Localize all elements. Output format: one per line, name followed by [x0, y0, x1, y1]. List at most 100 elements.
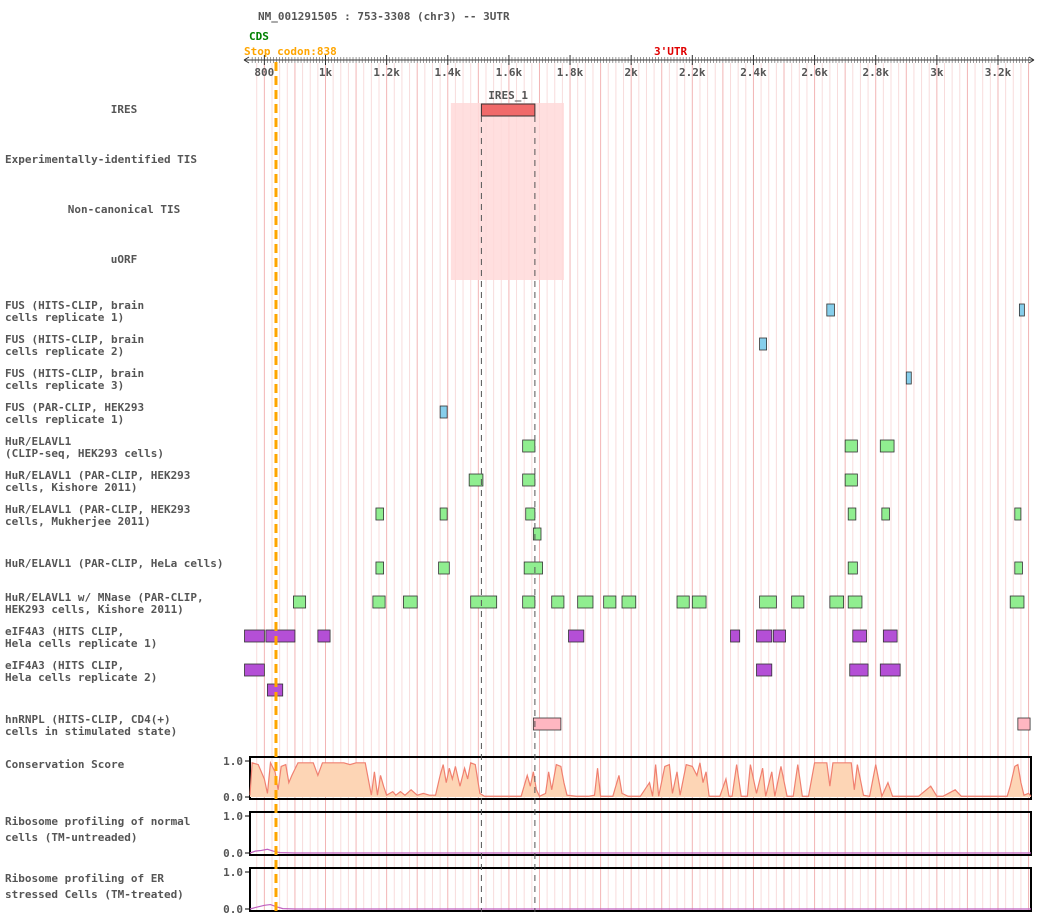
hnrnpl-site	[532, 717, 562, 731]
fus-brain-3-site	[905, 371, 912, 385]
axis-tick-label: 2.2k	[679, 66, 706, 79]
axis-tick-label: 3.2k	[985, 66, 1012, 79]
ribosome-normal-ymin-label: 0.0	[223, 847, 243, 860]
hur-mnase-site	[403, 595, 418, 609]
hur-mnase-site	[372, 595, 386, 609]
track-conservation-label: Conservation Score	[5, 758, 125, 771]
fus-brain-1-site	[1018, 303, 1025, 317]
hur-mnase-site	[293, 595, 307, 609]
transcript-title: NM_001291505 : 753-3308 (chr3) -- 3UTR	[258, 10, 510, 23]
axis-tick-label: 800	[254, 66, 274, 79]
axis-tick-label: 1.6k	[496, 66, 523, 79]
eif4a3-rep1-site	[317, 629, 331, 643]
track-label-line: Ribosome profiling of normal	[5, 815, 190, 828]
ribosome-er-ymin-label: 0.0	[223, 903, 243, 916]
track-label-line: HuR/ELAVL1 (PAR-CLIP, HeLa cells)	[5, 557, 224, 570]
conservation-ymax-label: 1.0	[223, 755, 243, 768]
eif4a3-rep2-site	[244, 663, 265, 677]
track-eif4a3-rep2-label: eIF4A3 (HITS CLIP,Hela cells replicate 2…	[5, 659, 157, 684]
track-ribo-normal-label: Ribosome profiling of normal cells (TM-un…	[5, 815, 190, 844]
track-label-line: uORF	[111, 253, 138, 266]
hur-mnase-site	[577, 595, 594, 609]
hur-clipseq-site	[522, 439, 536, 453]
track-label-line: cells, Mukherjee 2011)	[5, 515, 151, 528]
ires-feature-bar	[480, 103, 536, 117]
hur-hela-site	[375, 561, 384, 575]
track-hnrnpl-label: hnRNPL (HITS-CLIP, CD4(+)cells in stimul…	[5, 713, 177, 738]
hur-mnase-site	[791, 595, 805, 609]
track-label-line: stressed Cells (TM-treated)	[5, 888, 184, 901]
transcript-viewer: NM_001291505 : 753-3308 (chr3) -- 3UTR C…	[5, 10, 1035, 916]
ires-highlight-region	[450, 103, 564, 280]
hur-mnase-site	[603, 595, 617, 609]
track-features: IRES_1	[244, 89, 1031, 731]
hur-mukherjee-site	[375, 507, 384, 521]
track-fus-brain-1-label: FUS (HITS-CLIP, braincells replicate 1)	[5, 299, 144, 324]
hur-mukherjee-site	[1014, 507, 1022, 521]
eif4a3-rep1-site	[265, 629, 296, 643]
axis-tick-label: 2.8k	[862, 66, 889, 79]
axis-tick-label: 2.4k	[740, 66, 767, 79]
hur-mnase-site	[676, 595, 690, 609]
axis-tick-label: 1.4k	[435, 66, 462, 79]
track-experimental-tis-label: Experimentally-identified TIS	[5, 153, 197, 166]
eif4a3-rep1-site	[882, 629, 898, 643]
hur-clipseq-site	[879, 439, 895, 453]
track-label-line: (CLIP-seq, HEK293 cells)	[5, 447, 164, 460]
hur-mnase-site	[847, 595, 863, 609]
track-uorf-label: uORF	[111, 253, 138, 266]
hur-mnase-site	[470, 595, 498, 609]
hur-mukherjee-site	[847, 507, 857, 521]
hur-kishore-site	[468, 473, 484, 487]
eif4a3-rep2-site	[849, 663, 869, 677]
track-label-line: Ribosome profiling of ER	[5, 872, 164, 885]
hur-hela-site	[1014, 561, 1023, 575]
track-label-line: HEK293 cells, Kishore 2011)	[5, 603, 184, 616]
track-label-line: Experimentally-identified TIS	[5, 153, 197, 166]
track-fus-brain-3-label: FUS (HITS-CLIP, braincells replicate 3)	[5, 367, 144, 392]
eif4a3-rep1-site	[244, 629, 265, 643]
eif4a3-rep1-site	[756, 629, 773, 643]
track-ires-label: IRES	[111, 103, 138, 116]
fus-hek293-site	[439, 405, 448, 419]
hur-mukherjee-site	[525, 507, 536, 521]
track-eif4a3-rep1-label: eIF4A3 (HITS CLIP,Hela cells replicate 1…	[5, 625, 157, 650]
hur-kishore-site	[844, 473, 858, 487]
track-ribo-er-label: Ribosome profiling of ER stressed Cells (…	[5, 872, 184, 901]
hur-hela-site	[438, 561, 450, 575]
ribosome-er-ymax-label: 1.0	[223, 866, 243, 879]
hur-clipseq-site	[844, 439, 858, 453]
track-labels: IRES Experimentally-identified TIS Non-can…	[5, 103, 224, 901]
axis-tick-label: 2k	[625, 66, 639, 79]
hur-mnase-site	[522, 595, 536, 609]
hur-mukherjee-site	[881, 507, 890, 521]
eif4a3-rep1-site	[772, 629, 786, 643]
axis-tick-label: 1k	[319, 66, 333, 79]
fus-brain-1-site	[826, 303, 835, 317]
axis-tick-label: 3k	[930, 66, 944, 79]
track-hur-kishore-label: HuR/ELAVL1 (PAR-CLIP, HEK293cells, Kisho…	[5, 469, 190, 494]
track-label-line: cells, Kishore 2011)	[5, 481, 137, 494]
track-label-line: cells in stimulated state)	[5, 725, 177, 738]
track-label-line: IRES	[111, 103, 138, 116]
track-fus-brain-2-label: FUS (HITS-CLIP, braincells replicate 2)	[5, 333, 144, 358]
track-noncanonical-tis-label: Non-canonical TIS	[68, 203, 181, 216]
track-label-line: cells (TM-untreaded)	[5, 831, 137, 844]
axis-tick-label: 1.2k	[373, 66, 400, 79]
track-hur-mukherjee-label: HuR/ELAVL1 (PAR-CLIP, HEK293cells, Mukhe…	[5, 503, 190, 528]
signal-plots: 1.0 0.0 1.0 0.0 1.0 0.0	[223, 755, 1032, 916]
utr-label: 3'UTR	[654, 45, 687, 58]
track-hur-hela-label: HuR/ELAVL1 (PAR-CLIP, HeLa cells)	[5, 557, 224, 570]
track-hur-clipseq-label: HuR/ELAVL1(CLIP-seq, HEK293 cells)	[5, 435, 164, 460]
track-fus-hek293-label: FUS (PAR-CLIP, HEK293cells replicate 1)	[5, 401, 144, 426]
hur-mukherjee-site	[439, 507, 448, 521]
track-label-line: Hela cells replicate 1)	[5, 637, 157, 650]
axis-tick-label: 2.6k	[801, 66, 828, 79]
eif4a3-rep1-site	[852, 629, 867, 643]
ribosome-normal-ymax-label: 1.0	[223, 810, 243, 823]
eif4a3-rep2-site	[879, 663, 901, 677]
hur-kishore-site	[522, 473, 536, 487]
hur-hela-site	[523, 561, 543, 575]
fus-brain-2-site	[759, 337, 767, 351]
track-hur-mnase-label: HuR/ELAVL1 w/ MNase (PAR-CLIP,HEK293 cel…	[5, 591, 204, 616]
